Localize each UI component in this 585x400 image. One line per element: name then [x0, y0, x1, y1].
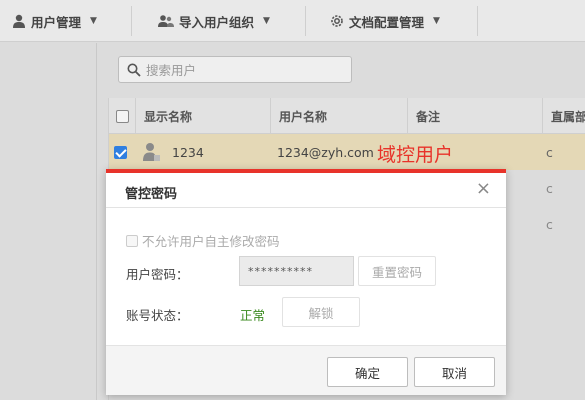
toolbar-divider — [477, 6, 478, 36]
toolbar: 用户管理 ▼ 导入用户组织 ▼ 文档配置管理 ▼ — [0, 0, 585, 42]
table-row[interactable]: 1234 1234@zyh.com c — [109, 134, 585, 170]
chevron-down-icon: ▼ — [90, 16, 97, 26]
dept: c — [546, 144, 553, 160]
user-management-menu[interactable]: 用户管理 ▼ — [12, 0, 97, 42]
disallow-change-option: 不允许用户自主修改密码 — [126, 231, 280, 250]
disallow-change-checkbox[interactable] — [126, 234, 138, 247]
dialog-footer: 确定 取消 — [106, 345, 506, 395]
unlock-button[interactable]: 解锁 — [282, 297, 360, 327]
user-avatar-cell — [142, 134, 160, 170]
search-placeholder: 搜索用户 — [146, 63, 197, 78]
account-status-label: 账号状态： — [126, 308, 189, 323]
account-status-value: 正常 — [240, 308, 266, 323]
select-all-cell — [109, 98, 136, 134]
gear-icon — [331, 15, 343, 27]
user-management-label: 用户管理 — [31, 14, 82, 30]
reset-password-button[interactable]: 重置密码 — [358, 256, 436, 286]
column-header[interactable]: 备注 — [408, 98, 543, 134]
dialog-header: 管控密码 × — [106, 173, 506, 208]
close-icon[interactable]: × — [476, 179, 491, 199]
chevron-down-icon: ▼ — [433, 16, 440, 26]
column-header[interactable]: 显示名称 — [136, 98, 271, 134]
dialog-title: 管控密码 — [125, 187, 178, 202]
column-header[interactable]: 直属部门 — [543, 98, 585, 134]
search-input[interactable]: 搜索用户 — [118, 56, 352, 83]
column-header[interactable]: 用户名称 — [271, 98, 408, 134]
password-control-dialog: 管控密码 × 不允许用户自主修改密码 用户密码： ********** 重置密码… — [106, 169, 506, 395]
username: 1234@zyh.com — [277, 144, 374, 160]
password-field: ********** — [239, 256, 354, 286]
users-icon — [158, 15, 174, 27]
doc-config-menu[interactable]: 文档配置管理 ▼ — [330, 0, 440, 42]
disallow-change-label: 不允许用户自主修改密码 — [142, 234, 280, 249]
dept: c — [546, 216, 553, 232]
select-all-checkbox[interactable] — [115, 109, 129, 123]
row-checkbox-cell — [114, 134, 127, 170]
password-label: 用户密码： — [126, 267, 189, 282]
display-name: 1234 — [172, 144, 204, 160]
ok-button[interactable]: 确定 — [327, 357, 408, 387]
import-user-org-menu[interactable]: 导入用户组织 ▼ — [158, 0, 270, 42]
search-icon — [127, 63, 141, 77]
toolbar-divider — [305, 6, 306, 36]
dept: c — [546, 180, 553, 196]
domain-user-icon — [143, 143, 160, 161]
user-icon — [13, 14, 25, 28]
table-header: 显示名称 用户名称 备注 直属部门 — [109, 98, 585, 134]
row-checkbox[interactable] — [114, 145, 127, 159]
cancel-button[interactable]: 取消 — [414, 357, 495, 387]
doc-config-label: 文档配置管理 — [349, 14, 425, 30]
org-tree-panel — [0, 43, 97, 400]
import-user-org-label: 导入用户组织 — [179, 14, 255, 30]
toolbar-divider — [131, 6, 132, 36]
dialog-body: 不允许用户自主修改密码 用户密码： ********** 重置密码 账号状态： … — [106, 209, 506, 345]
annotation-label: 域控用户 — [377, 144, 454, 166]
chevron-down-icon: ▼ — [263, 16, 270, 26]
